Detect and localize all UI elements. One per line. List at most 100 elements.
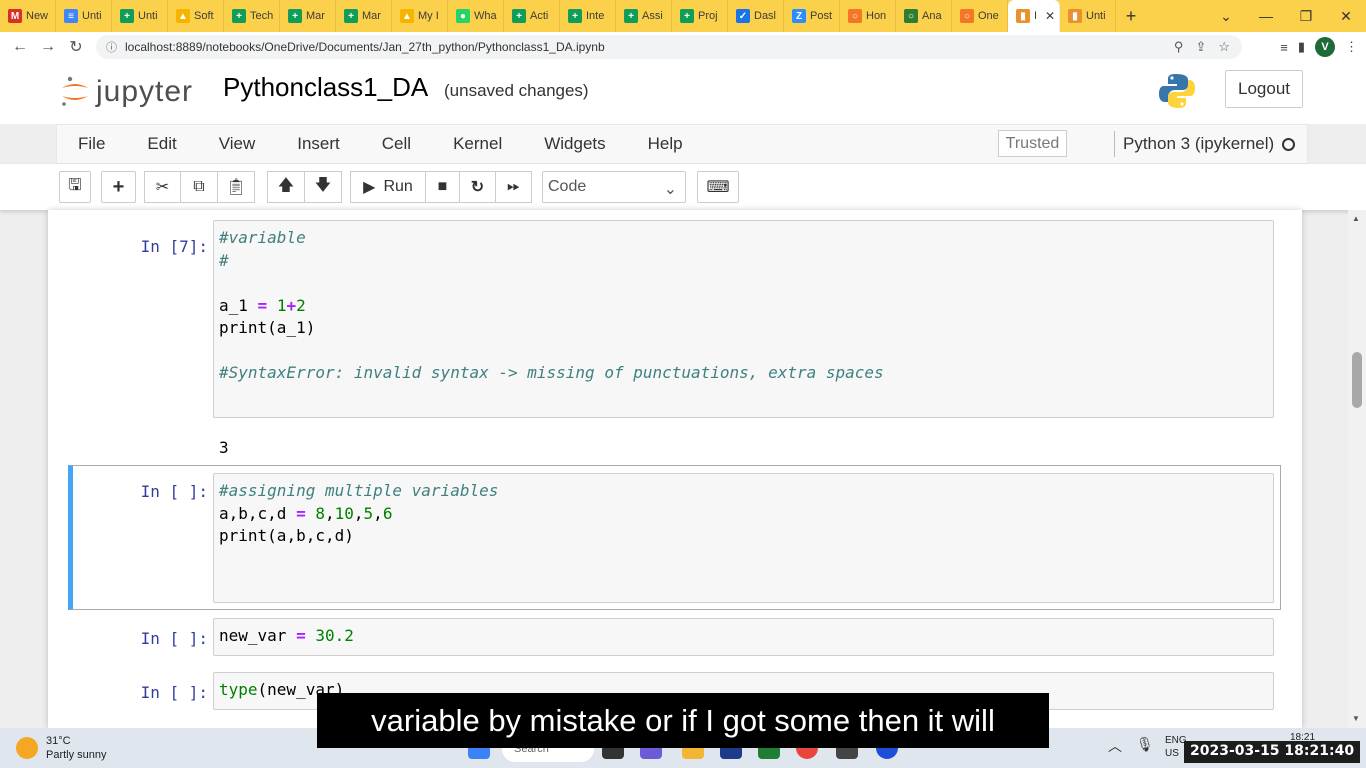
code-cell-selected[interactable]: In [ ]: #assigning multiple variables a,b… [68, 465, 1281, 610]
code-cell[interactable]: In [7]: #variable # a_1 = 1+2 print(a_1) #Sy… [68, 220, 1281, 457]
browser-tab[interactable]: ▮ Unti [1060, 0, 1116, 32]
menu-cell[interactable]: Cell [361, 134, 432, 154]
url-field[interactable]: ⓘ localhost:8889/notebooks/OneDrive/Docu… [96, 35, 1242, 59]
browser-tab[interactable]: + Unti [112, 0, 168, 32]
menu-edit[interactable]: Edit [126, 134, 197, 154]
code-line: #assigning multiple variables [219, 480, 1268, 503]
kernel-indicator[interactable]: Python 3 (ipykernel) [1114, 131, 1296, 157]
browser-tab[interactable]: + Proj [672, 0, 728, 32]
save-button[interactable]: 🖫 [59, 171, 91, 203]
browser-tab[interactable]: + Acti [504, 0, 560, 32]
cell-type-select[interactable]: Code ⌄ [542, 171, 686, 203]
code-editor[interactable]: new_var = 30.2 [213, 618, 1274, 656]
code-token: , [353, 503, 364, 523]
interrupt-button[interactable]: ■ [425, 171, 460, 203]
vertical-scrollbar[interactable]: ▲ ▼ [1348, 210, 1366, 728]
code-token: #assigning multiple variables [219, 481, 499, 500]
command-palette-button[interactable]: ⌨ [697, 171, 739, 203]
jupyter-logo[interactable]: jupyter [60, 72, 210, 112]
tab-label: Acti [530, 10, 549, 22]
browser-tab[interactable]: ▲ Soft [168, 0, 224, 32]
restart-button[interactable]: ↻ [459, 171, 496, 203]
code-token: #SyntaxError: invalid syntax -> missing … [219, 363, 884, 382]
weather-widget[interactable]: 31°C Partly sunny [16, 734, 107, 762]
browser-tab[interactable]: ○ Ana [896, 0, 952, 32]
code-token: + [286, 295, 297, 315]
browser-tab[interactable]: + Mar [336, 0, 392, 32]
tab-label: One [978, 10, 999, 22]
menu-file[interactable]: File [57, 134, 126, 154]
restart-run-all-button[interactable]: ⏩︎ [495, 171, 532, 203]
paste-button[interactable]: 📋︎ [217, 171, 255, 203]
site-info-icon[interactable]: ⓘ [106, 39, 117, 55]
tab-favicon-icon: + [288, 9, 302, 23]
clipboard-group: ✂ ⧉ 📋︎ [144, 171, 255, 203]
code-cell[interactable]: In [ ]: new_var = 30.2 [68, 618, 1281, 658]
menu-insert[interactable]: Insert [276, 134, 361, 154]
browser-tab[interactable]: + Mar [280, 0, 336, 32]
browser-tab[interactable]: + Assi [616, 0, 672, 32]
menu-widgets[interactable]: Widgets [523, 134, 626, 154]
code-token: , [373, 503, 383, 523]
input-prompt: In [ ]: [140, 482, 208, 501]
scroll-thumb[interactable] [1352, 352, 1362, 408]
scroll-up-icon[interactable]: ▲ [1352, 214, 1360, 223]
reading-list-icon[interactable]: ≡ [1280, 40, 1288, 55]
tab-search-icon[interactable]: ⌄ [1206, 8, 1246, 25]
reload-icon[interactable]: ↻ [62, 37, 90, 57]
microphone-icon[interactable]: 🎙︎ [1136, 736, 1154, 756]
run-button[interactable]: ▶ Run [350, 171, 426, 203]
chevron-up-icon[interactable]: ︿ [1108, 736, 1122, 756]
code-token: = [257, 295, 268, 315]
omnibox-actions: ⚲ ⇪ ☆ [1174, 35, 1230, 59]
browser-tab[interactable]: ▮ I ✕ [1008, 0, 1060, 32]
browser-tab[interactable]: ▲ My I [392, 0, 448, 32]
tab-favicon-icon: ✓ [736, 9, 750, 23]
logout-button[interactable]: Logout [1225, 70, 1303, 108]
browser-tab[interactable]: + Inte [560, 0, 616, 32]
cut-button[interactable]: ✂ [144, 171, 181, 203]
run-group: ▶ Run ■ ↻ ⏩︎ [350, 171, 532, 203]
tab-close-icon[interactable]: ✕ [1045, 9, 1055, 23]
browser-tab[interactable]: ✓ Dasl [728, 0, 784, 32]
copy-button[interactable]: ⧉ [180, 171, 218, 203]
share-icon[interactable]: ⇪ [1195, 39, 1206, 55]
menu-view[interactable]: View [198, 134, 277, 154]
move-down-button[interactable]: 🡇 [304, 171, 342, 203]
bookmark-star-icon[interactable]: ☆ [1218, 39, 1230, 55]
move-up-button[interactable]: 🡅 [267, 171, 305, 203]
tab-label: New [26, 10, 49, 22]
trusted-indicator[interactable]: Trusted [998, 130, 1067, 157]
code-line: #SyntaxError: invalid syntax -> missing … [219, 362, 1268, 385]
close-window-icon[interactable]: ✕ [1326, 8, 1366, 25]
cell-type-value: Code [548, 178, 587, 195]
insert-cell-button[interactable]: + [101, 171, 136, 203]
maximize-icon[interactable]: ❐ [1286, 8, 1326, 25]
side-panel-icon[interactable]: ▮ [1298, 39, 1305, 55]
menu-kernel[interactable]: Kernel [432, 134, 523, 154]
menu-help[interactable]: Help [627, 134, 704, 154]
browser-tab[interactable]: ≡ Unti [56, 0, 112, 32]
scroll-down-icon[interactable]: ▼ [1352, 714, 1360, 723]
zoom-icon[interactable]: ⚲ [1174, 39, 1184, 55]
code-line: a,b,c,d = 8,10,5,6 [219, 503, 1268, 526]
code-editor[interactable]: #assigning multiple variables a,b,c,d = 8… [213, 473, 1274, 603]
tab-favicon-icon: ▲ [176, 9, 190, 23]
browser-tab[interactable]: + Tech [224, 0, 280, 32]
browser-tab[interactable]: Z Post [784, 0, 840, 32]
url-text: localhost:8889/notebooks/OneDrive/Docume… [125, 40, 605, 54]
code-editor[interactable]: #variable # a_1 = 1+2 print(a_1) #SyntaxErro… [213, 220, 1274, 418]
back-icon[interactable]: ← [6, 38, 34, 56]
browser-tab[interactable]: ○ Hon [840, 0, 896, 32]
avatar[interactable]: V [1315, 37, 1335, 57]
tab-label: Unti [138, 10, 158, 22]
browser-tab[interactable]: ● Wha [448, 0, 504, 32]
forward-icon[interactable]: → [34, 38, 62, 56]
browser-tab[interactable]: M New [0, 0, 56, 32]
browser-menu-icon[interactable]: ⋮ [1345, 39, 1358, 55]
new-tab-button[interactable]: + [1116, 6, 1146, 27]
browser-tab[interactable]: ○ One [952, 0, 1008, 32]
notebook-title[interactable]: Pythonclass1_DA [223, 72, 428, 103]
minimize-icon[interactable]: — [1246, 8, 1286, 24]
